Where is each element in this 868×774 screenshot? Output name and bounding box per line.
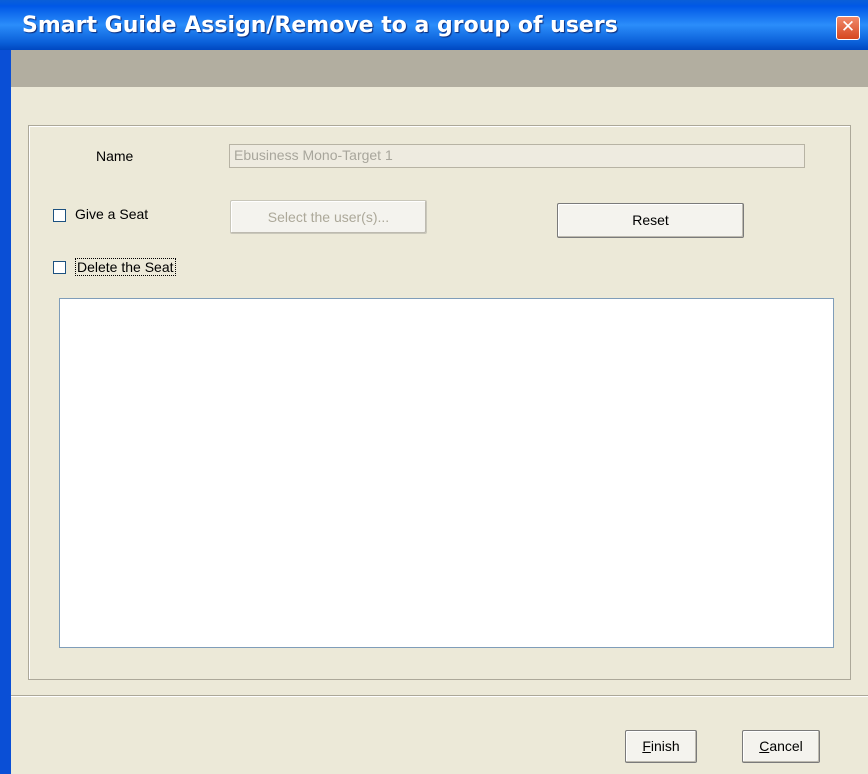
cancel-mnemonic: C xyxy=(759,738,770,754)
name-label: Name xyxy=(96,148,134,164)
dialog-window: Smart Guide Assign/Remove to a group of … xyxy=(0,0,868,774)
finish-button[interactable]: Finish xyxy=(625,730,697,763)
footer-divider-highlight xyxy=(11,696,868,697)
user-list[interactable] xyxy=(59,298,834,648)
finish-mnemonic: F xyxy=(642,738,651,754)
header-band xyxy=(11,50,868,87)
title-bar[interactable]: Smart Guide Assign/Remove to a group of … xyxy=(0,0,868,50)
give-seat-label[interactable]: Give a Seat xyxy=(75,206,148,222)
cancel-button[interactable]: Cancel xyxy=(742,730,820,763)
select-users-button: Select the user(s)... xyxy=(230,200,427,234)
finish-label: inish xyxy=(650,738,680,754)
delete-seat-checkbox[interactable] xyxy=(53,261,66,274)
cancel-label: ancel xyxy=(769,738,803,754)
close-icon[interactable]: ✕ xyxy=(836,16,860,40)
reset-button[interactable]: Reset xyxy=(557,203,744,238)
name-field: Ebusiness Mono-Target 1 xyxy=(229,144,805,168)
window-frame-left xyxy=(0,50,11,774)
delete-seat-label[interactable]: Delete the Seat xyxy=(75,258,176,276)
give-seat-checkbox[interactable] xyxy=(53,209,66,222)
window-title: Smart Guide Assign/Remove to a group of … xyxy=(22,13,618,38)
